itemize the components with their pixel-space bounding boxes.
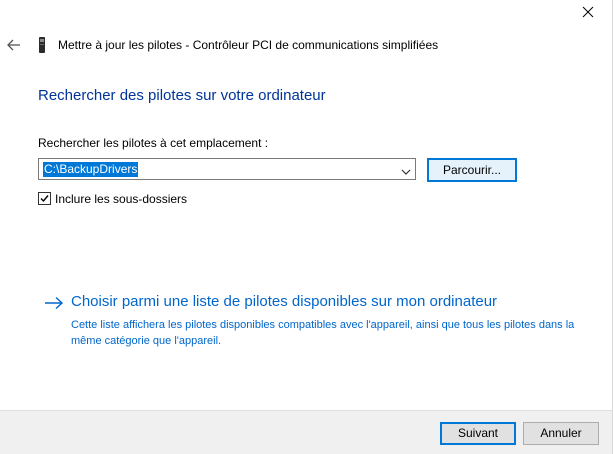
pick-from-list-description: Cette liste affichera les pilotes dispon… [71,319,575,347]
location-label: Rechercher les pilotes à cet emplacement… [38,136,269,150]
next-button[interactable]: Suivant [440,422,516,445]
include-subfolders-label[interactable]: Inclure les sous-dossiers [55,192,187,206]
arrow-right-icon[interactable] [44,296,64,310]
footer-bar: Suivant Annuler [0,410,612,454]
update-drivers-window: Mettre à jour les pilotes - Contrôleur P… [0,0,613,454]
browse-button[interactable]: Parcourir... [427,158,517,182]
cancel-button[interactable]: Annuler [523,422,599,445]
window-title: Mettre à jour les pilotes - Contrôleur P… [58,38,439,52]
back-arrow-icon[interactable] [6,37,22,53]
path-combobox[interactable]: C:\BackupDrivers [38,158,416,180]
include-subfolders-checkbox[interactable] [38,192,51,205]
path-input[interactable]: C:\BackupDrivers [43,162,139,177]
chevron-down-icon[interactable] [401,165,411,175]
device-icon [38,37,46,53]
close-icon[interactable] [580,4,596,20]
page-heading: Rechercher des pilotes sur votre ordinat… [38,87,326,104]
pick-from-list-title[interactable]: Choisir parmi une liste de pilotes dispo… [71,293,497,310]
